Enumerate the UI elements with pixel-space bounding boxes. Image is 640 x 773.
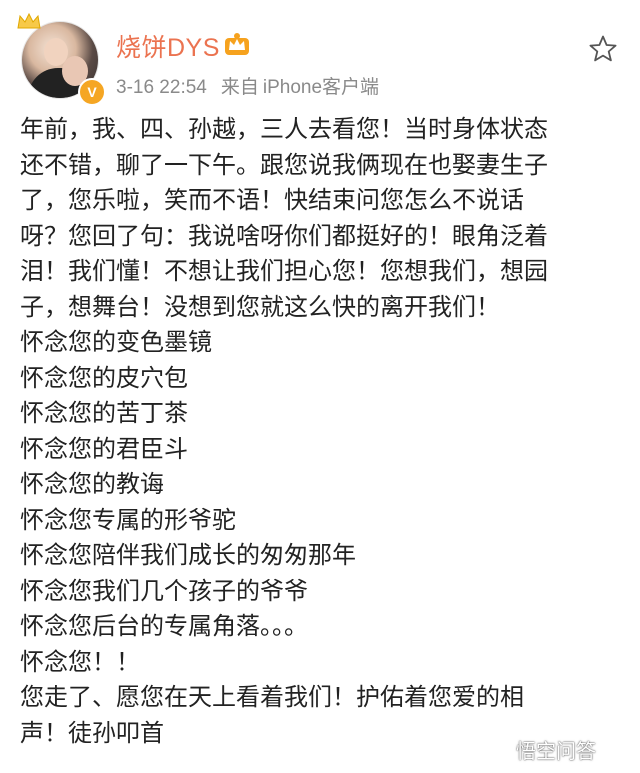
member-crown-icon[interactable] <box>224 32 250 56</box>
post-header: V 烧饼DYS 3-16 22:54 来自 iPhone客户端 <box>0 0 640 110</box>
post-line: 怀念您的变色墨镜 <box>20 328 212 356</box>
post-line: 您走了、愿您在天上看着我们！护佑着您爱的相 <box>20 683 524 711</box>
post-line: 还不错，聊了一下午。跟您说我俩现在也娶妻生子 <box>20 150 548 179</box>
verified-icon: V <box>78 78 106 106</box>
post-line: 怀念您专属的形爷驼 <box>20 505 236 534</box>
post-line: 了，您乐啦，笑而不语！快结束问您怎么不说话 <box>20 186 524 214</box>
wukong-logo-icon <box>485 736 511 762</box>
watermark: 悟空问答 <box>484 734 596 764</box>
source-prefix: 来自 <box>220 77 259 98</box>
post-line: 怀念您的皮穴包 <box>20 363 188 392</box>
post-line: 年前，我、四、孙越，三人去看您！当时身体状态 <box>20 115 548 143</box>
post-line: 子，想舞台！没想到您就这么快的离开我们！ <box>20 292 500 321</box>
post-line: 怀念您！！ <box>20 647 140 676</box>
author-name[interactable]: 烧饼DYS <box>116 28 220 64</box>
post-line: 怀念您的君臣斗 <box>20 434 188 463</box>
post-meta: 3-16 22:54 来自 iPhone客户端 <box>116 72 379 99</box>
watermark-text: 悟空问答 <box>516 738 596 763</box>
post-line: 呀？您回了句：我说啥呀你们都挺好的！眼角泛着 <box>20 221 548 250</box>
post-timestamp: 3-16 22:54 <box>116 77 207 98</box>
post-line: 怀念您我们几个孩子的爷爷 <box>20 576 308 605</box>
post-line: 怀念您陪伴我们成长的匆匆那年 <box>20 541 356 569</box>
post-content: 年前，我、四、孙越，三人去看您！当时身体状态 还不错，聊了一下午。跟您说我俩现在… <box>20 112 624 751</box>
source-device[interactable]: iPhone客户端 <box>263 77 379 98</box>
avatar-crown-icon <box>17 12 41 29</box>
post-line: 怀念您后台的专属角落。。。 <box>20 612 308 640</box>
favorite-star-icon[interactable] <box>588 34 618 64</box>
post-line: 怀念您的苦丁茶 <box>20 399 188 427</box>
post-line: 怀念您的教诲 <box>20 470 164 498</box>
post-line: 泪！我们懂！不想让我们担心您！您想我们，想园 <box>20 257 548 285</box>
